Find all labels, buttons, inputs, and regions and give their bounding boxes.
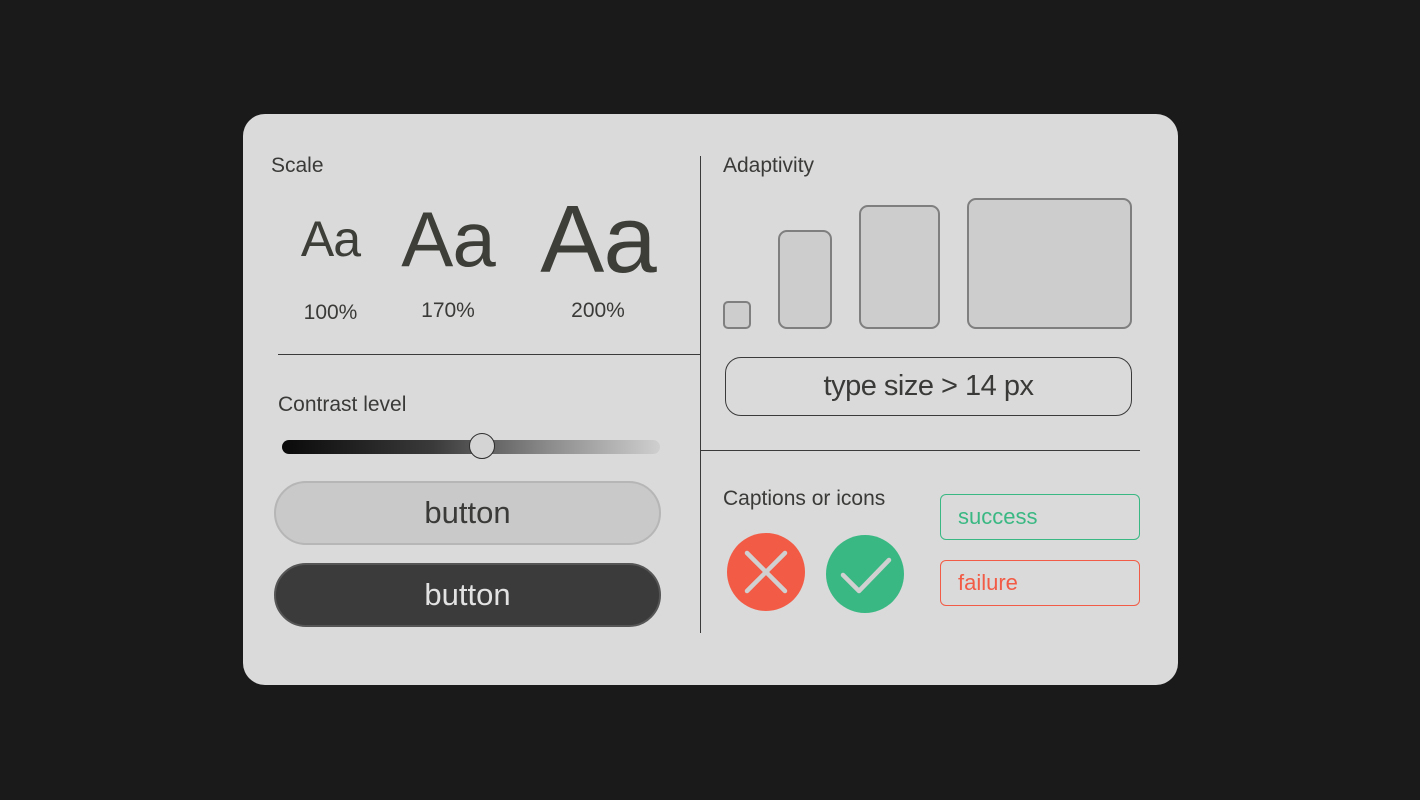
- scale-sample-200: Aa: [540, 186, 656, 293]
- adaptivity-title: Adaptivity: [723, 154, 815, 177]
- scale-title: Scale: [271, 154, 324, 177]
- captions-title: Captions or icons: [723, 487, 886, 510]
- scale-label-170: 170%: [421, 299, 475, 322]
- light-button[interactable]: button: [274, 481, 661, 545]
- dark-button[interactable]: button: [274, 563, 661, 627]
- tablet-device-icon: [859, 205, 940, 329]
- check-icon: [840, 557, 892, 594]
- phone-device-icon: [778, 230, 832, 329]
- failure-indicator: [727, 533, 805, 611]
- success-badge: success: [940, 494, 1140, 540]
- scale-label-200: 200%: [571, 299, 625, 322]
- success-indicator: [826, 535, 904, 613]
- scale-sample-100: Aa: [300, 211, 361, 267]
- contrast-slider-thumb[interactable]: [469, 433, 496, 459]
- desktop-device-icon: [967, 198, 1132, 329]
- scale-label-100: 100%: [303, 301, 358, 324]
- watch-device-icon: [723, 301, 751, 329]
- contrast-title: Contrast level: [278, 393, 407, 416]
- vertical-divider: [700, 156, 701, 633]
- type-size-rule: type size > 14 px: [725, 357, 1132, 416]
- accessibility-card: Scale Aa Aa Aa 100% 170% 200% Contrast l…: [243, 114, 1178, 685]
- failure-badge: failure: [940, 560, 1140, 606]
- scale-sample-170: Aa: [401, 195, 495, 283]
- right-horizontal-divider: [701, 450, 1140, 451]
- close-icon: [744, 550, 788, 594]
- left-horizontal-divider: [278, 354, 701, 355]
